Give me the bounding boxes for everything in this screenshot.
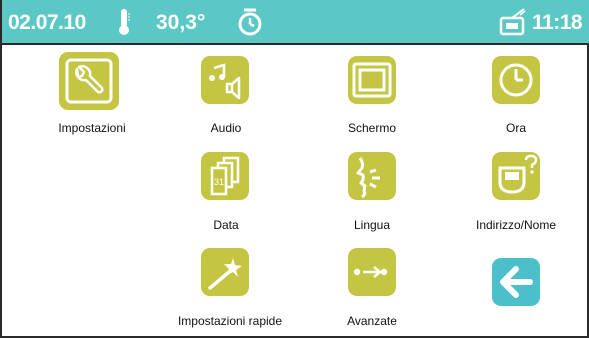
lingua-label: Lingua — [353, 218, 391, 232]
ora-label: Ora — [505, 121, 527, 135]
schermo-label: Schermo — [347, 121, 397, 135]
data-button[interactable]: 31 — [201, 152, 249, 200]
thermometer-icon — [117, 8, 131, 36]
calendar-day: 31 — [214, 177, 224, 187]
back-button[interactable] — [492, 258, 540, 306]
audio-label: Audio — [210, 121, 242, 135]
screen-icon — [352, 62, 392, 98]
status-time: 11:18 — [532, 11, 583, 34]
avanzate-label: Avanzate — [347, 314, 397, 328]
ora-button[interactable] — [492, 56, 540, 104]
clock-icon — [499, 63, 533, 97]
impostazioni-label: Impostazioni — [58, 121, 126, 135]
calendar-icon: 31 — [210, 156, 240, 196]
status-temperature: 30,3° — [156, 11, 206, 34]
audio-button[interactable] — [201, 56, 249, 104]
audio-note-speaker-icon — [209, 63, 241, 100]
indirizzo-nome-label: Indirizzo/Nome — [475, 218, 557, 232]
alarm-timer-icon — [235, 7, 265, 37]
status-bar: 02.07.10 30,3° 11:18 — [2, 0, 589, 45]
data-label: Data — [213, 218, 239, 232]
address-question-icon — [498, 154, 538, 194]
schermo-button[interactable] — [348, 56, 396, 104]
magic-wand-icon — [208, 258, 242, 290]
wrench-icon — [65, 58, 113, 104]
radio-icon — [498, 6, 528, 36]
advanced-arrow-icon — [353, 266, 388, 278]
indirizzo-nome-button[interactable] — [492, 152, 540, 200]
impostazioni-rapide-label: Impostazioni rapide — [177, 314, 283, 328]
impostazioni-rapide-button[interactable] — [201, 248, 249, 296]
impostazioni-button[interactable] — [59, 52, 119, 110]
back-arrow-icon — [500, 266, 533, 298]
status-date: 02.07.10 — [8, 11, 86, 34]
settings-screen: 02.07.10 30,3° 11:18 Impostazioni Audio … — [0, 0, 589, 338]
speaking-face-icon — [356, 157, 380, 199]
avanzate-button[interactable] — [348, 248, 396, 296]
lingua-button[interactable] — [348, 152, 396, 200]
